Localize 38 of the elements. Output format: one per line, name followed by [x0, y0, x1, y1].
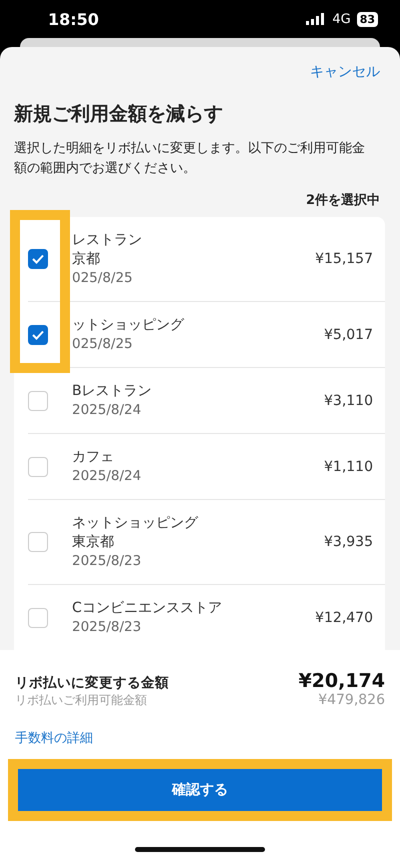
confirm-button[interactable]: 確認する — [18, 769, 382, 811]
transaction-amount: ¥12,470 — [315, 610, 373, 626]
change-amount-label: リボ払いに変更する金額 — [15, 674, 169, 692]
available-amount-label: リボ払いご利用可能金額 — [15, 692, 147, 709]
transaction-date: 025/8/25 — [72, 334, 134, 354]
transaction-amount: ¥3,935 — [324, 534, 373, 550]
transaction-date: 2025/8/23 — [72, 552, 142, 570]
checkbox[interactable] — [28, 324, 48, 344]
clock-time: 18:50 — [48, 10, 99, 28]
description-text: 選択した明細をリボ払いに変更します。以下のご利用可能金額の範囲内でお選びください。 — [14, 140, 366, 178]
transaction-amount: ¥5,017 — [324, 326, 373, 342]
transaction-date: 2025/8/24 — [72, 466, 142, 486]
selection-count: 2件を選択中 — [306, 192, 380, 209]
change-amount: ¥20,174 — [298, 670, 385, 692]
merchant-text: ットショッピング — [72, 316, 186, 334]
merchant-text: カフェ — [72, 448, 115, 466]
available-amount: ¥479,826 — [318, 692, 385, 708]
cancel-button[interactable]: キャンセル — [310, 61, 380, 83]
transaction-date: 2025/8/24 — [72, 400, 142, 420]
checkmark-icon — [32, 254, 44, 264]
merchant-text: Bレストラン — [72, 382, 153, 400]
merchant-text: 京都 — [72, 250, 101, 268]
page-title: 新規ご利用金額を減らす — [14, 102, 224, 127]
network-label: 4G — [332, 12, 351, 26]
transaction-date: 2025/8/23 — [72, 618, 142, 636]
battery-level: 83 — [356, 12, 378, 26]
transaction-amount: ¥15,157 — [315, 251, 373, 267]
transaction-date: 025/8/25 — [72, 268, 134, 288]
transaction-amount: ¥3,110 — [324, 392, 373, 408]
merchant-text: Cコンビニエンスストア — [72, 598, 223, 618]
fee-details-link[interactable]: 手数料の詳細 — [15, 729, 93, 747]
merchant-text: 東京都 — [72, 532, 115, 552]
signal-icon — [306, 13, 326, 25]
merchant-text: ネットショッピング — [72, 514, 200, 532]
checkbox[interactable] — [28, 249, 48, 269]
transaction-amount: ¥1,110 — [324, 458, 373, 474]
merchant-text: レストラン — [72, 230, 143, 250]
checkmark-icon — [32, 330, 44, 340]
